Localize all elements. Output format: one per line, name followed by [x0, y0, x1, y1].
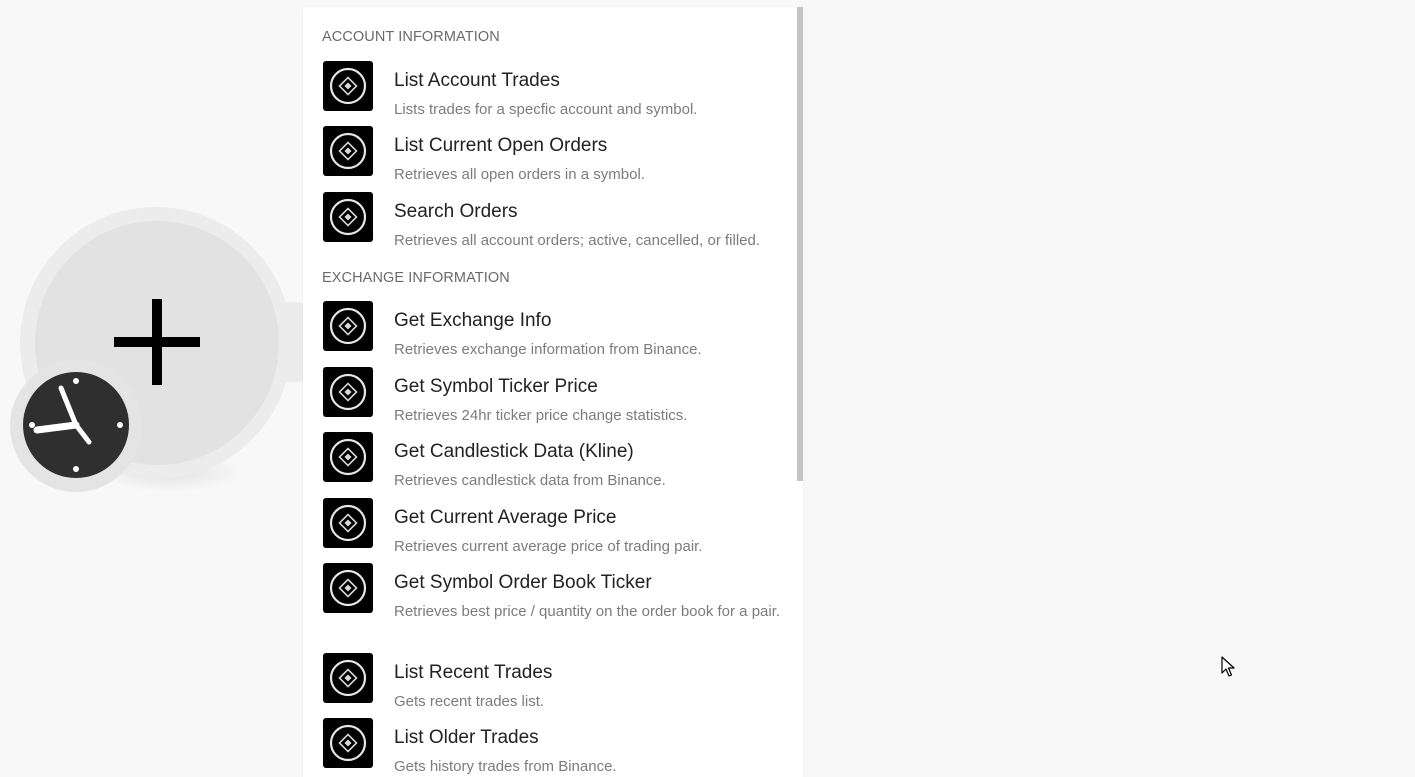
- menu-item-description: Retrieves all open orders in a symbol.: [394, 166, 645, 183]
- menu-item-title: Get Candlestick Data (Kline): [394, 441, 634, 462]
- binance-logo-glyph: [329, 132, 367, 170]
- binance-logo-glyph: [329, 198, 367, 236]
- section-header-account-information: ACCOUNT INFORMATION: [322, 29, 500, 45]
- binance-icon: [323, 126, 373, 176]
- binance-icon: [323, 432, 373, 482]
- menu-item-get-current-average-price[interactable]: Get Current Average Price Retrieves curr…: [303, 498, 797, 558]
- module-bubble: [0, 0, 310, 560]
- menu-item-title: Get Exchange Info: [394, 310, 552, 331]
- menu-item-title: Get Symbol Order Book Ticker: [394, 572, 652, 593]
- binance-icon: [323, 301, 373, 351]
- menu-item-description: Gets recent trades list.: [394, 693, 545, 710]
- menu-item-description: Lists trades for a specfic account and s…: [394, 101, 698, 118]
- menu-item-description: Retrieves best price / quantity on the o…: [394, 603, 781, 620]
- menu-item-title: List Older Trades: [394, 727, 539, 748]
- binance-logo-glyph: [329, 373, 367, 411]
- menu-item-get-symbol-ticker-price[interactable]: Get Symbol Ticker Price Retrieves 24hr t…: [303, 367, 797, 427]
- menu-scrollbar[interactable]: [797, 7, 803, 481]
- binance-icon: [323, 653, 373, 703]
- menu-item-description: Retrieves all account orders; active, ca…: [394, 232, 761, 249]
- menu-item-title: List Account Trades: [394, 70, 560, 91]
- binance-icon: [323, 192, 373, 242]
- menu-item-list-current-open-orders[interactable]: List Current Open Orders Retrieves all o…: [303, 126, 797, 186]
- binance-logo-glyph: [329, 438, 367, 476]
- menu-item-description: Retrieves current average price of tradi…: [394, 538, 703, 555]
- binance-logo-glyph: [329, 67, 367, 105]
- menu-item-get-symbol-order-book-ticker[interactable]: Get Symbol Order Book Ticker Retrieves b…: [303, 563, 797, 647]
- clock-icon[interactable]: [23, 372, 129, 478]
- binance-logo-glyph: [329, 307, 367, 345]
- menu-item-get-exchange-info[interactable]: Get Exchange Info Retrieves exchange inf…: [303, 301, 797, 361]
- binance-logo-glyph: [329, 504, 367, 542]
- binance-logo-glyph: [329, 569, 367, 607]
- mouse-cursor-icon: [1221, 656, 1235, 677]
- menu-item-list-recent-trades[interactable]: List Recent Trades Gets recent trades li…: [303, 653, 797, 713]
- menu-item-list-older-trades[interactable]: List Older Trades Gets history trades fr…: [303, 718, 797, 777]
- binance-logo-glyph: [329, 724, 367, 762]
- binance-icon: [323, 718, 373, 768]
- binance-icon: [323, 61, 373, 111]
- menu-item-description: Gets history trades from Binance.: [394, 758, 617, 775]
- binance-icon: [323, 498, 373, 548]
- menu-item-title: Get Current Average Price: [394, 507, 617, 528]
- module-action-menu: ACCOUNT INFORMATION List Account Trades …: [303, 7, 803, 777]
- menu-item-title: List Current Open Orders: [394, 135, 608, 156]
- menu-item-description: Retrieves candlestick data from Binance.: [394, 472, 666, 489]
- menu-item-title: List Recent Trades: [394, 662, 553, 683]
- menu-item-title: Get Symbol Ticker Price: [394, 376, 598, 397]
- menu-item-title: Search Orders: [394, 201, 518, 222]
- menu-item-get-candlestick-data[interactable]: Get Candlestick Data (Kline) Retrieves c…: [303, 432, 797, 492]
- menu-item-list-account-trades[interactable]: List Account Trades Lists trades for a s…: [303, 61, 797, 121]
- binance-logo-glyph: [329, 659, 367, 697]
- section-header-exchange-information: EXCHANGE INFORMATION: [322, 270, 510, 286]
- binance-icon: [323, 367, 373, 417]
- binance-icon: [323, 563, 373, 613]
- menu-item-search-orders[interactable]: Search Orders Retrieves all account orde…: [303, 192, 797, 252]
- menu-item-description: Retrieves 24hr ticker price change stati…: [394, 407, 688, 424]
- menu-item-description: Retrieves exchange information from Bina…: [394, 341, 702, 358]
